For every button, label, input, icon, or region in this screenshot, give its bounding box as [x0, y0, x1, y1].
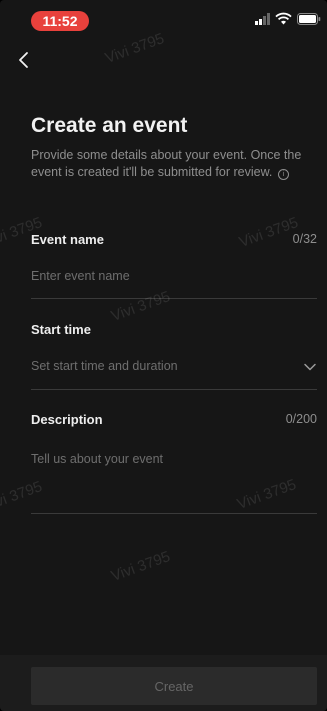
info-icon[interactable]: i [277, 169, 289, 180]
event-name-divider [31, 298, 317, 299]
wifi-icon [275, 12, 292, 25]
start-time-select[interactable]: Set start time and duration [31, 359, 178, 373]
status-bar: 11:52 [0, 0, 327, 40]
description-counter: 0/200 [285, 412, 317, 426]
signal-icon [255, 13, 270, 25]
description-label: Description [31, 412, 103, 427]
page-title: Create an event [31, 114, 188, 137]
create-button[interactable]: Create [31, 667, 317, 705]
start-time-divider [31, 389, 317, 390]
start-time-label: Start time [31, 322, 91, 337]
event-name-counter: 0/32 [292, 232, 317, 246]
subtitle-text: Provide some details about your event. O… [31, 148, 302, 179]
event-name-input[interactable]: Enter event name [31, 269, 130, 283]
back-arrow-icon[interactable] [14, 50, 34, 70]
battery-icon [297, 13, 321, 25]
page-subtitle: Provide some details about your event. O… [31, 147, 319, 181]
create-event-screen: 11:52 Create an event Provide some detai… [0, 0, 327, 711]
watermark: Vivi 3795 [108, 288, 173, 325]
description-input[interactable]: Tell us about your event [31, 452, 163, 466]
watermark: Vivi 3795 [236, 214, 301, 251]
status-time: 11:52 [31, 11, 89, 31]
watermark: Vivi 3795 [0, 478, 45, 515]
watermark: Vivi 3795 [108, 548, 173, 585]
chevron-down-icon[interactable] [303, 362, 317, 372]
event-name-label: Event name [31, 232, 104, 247]
description-divider [31, 513, 317, 514]
watermark: Vivi 3795 [234, 476, 299, 513]
